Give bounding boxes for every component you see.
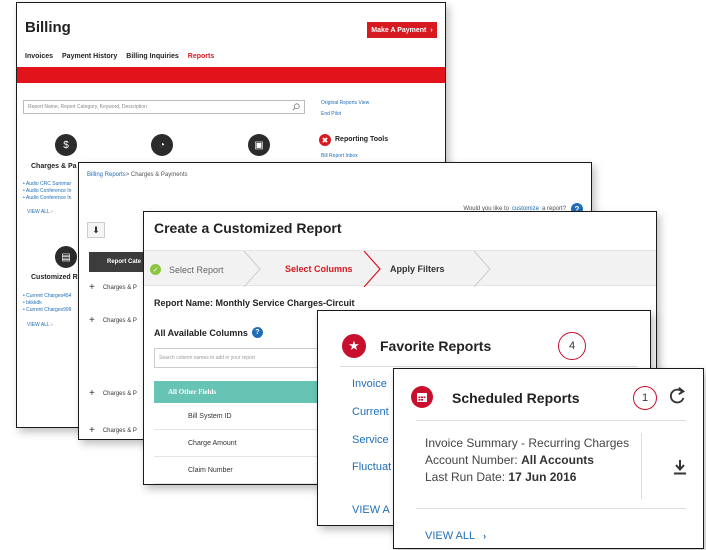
end-pilot-link[interactable]: End Pilot — [321, 109, 369, 120]
table-row[interactable]: + Charges & P — [89, 388, 137, 399]
screenshot-stage: Billing Make A Payment › Invoices Paymen… — [0, 0, 706, 550]
list-item[interactable]: • bkkkdk — [23, 300, 71, 307]
expand-icon[interactable]: + — [89, 388, 95, 399]
breadcrumb-billing-reports[interactable]: Billing Reports — [87, 172, 126, 178]
report-search-input[interactable]: Report Name, Report Category, Keyword, D… — [23, 100, 305, 114]
nav-invoices[interactable]: Invoices — [25, 53, 53, 60]
calendar-icon — [411, 386, 433, 408]
view-all-link[interactable]: VIEW ALL › — [425, 530, 486, 542]
last-run-date: Last Run Date: 17 Jun 2016 — [425, 470, 577, 484]
table-header-report-category[interactable]: Report Cate — [89, 252, 149, 272]
refresh-icon[interactable] — [666, 385, 688, 407]
download-icon: ⬇ — [92, 224, 100, 235]
nav-reports[interactable]: Reports — [188, 53, 214, 60]
favorite-reports-title: Favorite Reports — [380, 338, 492, 354]
make-payment-label: Make A Payment — [371, 26, 427, 34]
expand-icon[interactable]: + — [89, 315, 95, 326]
table-row[interactable]: + Charges & P — [89, 282, 137, 293]
category1-list: • Audio CRC Summar • Audio Conference In… — [23, 181, 71, 202]
wizard-steps: ✓ Select Report Select Columns Apply Fil… — [144, 250, 656, 287]
scheduled-reports-window: Scheduled Reports 1 Invoice Summary - Re… — [393, 368, 704, 549]
search-icon[interactable] — [292, 103, 300, 111]
divider — [416, 508, 686, 509]
check-icon: ✓ — [150, 264, 161, 275]
list-item[interactable]: • Audio Conference In — [23, 195, 71, 202]
expand-icon[interactable]: + — [89, 425, 95, 436]
list-item[interactable]: • Audio Conference In — [23, 188, 71, 195]
count-badge: 4 — [558, 332, 586, 360]
table-row[interactable]: + Charges & P — [89, 425, 137, 436]
available-columns-heading: All Available Columns ? — [154, 327, 263, 338]
list-item[interactable]: • Current Charges999 — [23, 307, 71, 314]
view-all-link[interactable]: VIEW ALL › — [27, 322, 53, 328]
page-title: Billing — [25, 19, 71, 36]
report-title: Invoice Summary - Recurring Charges — [425, 436, 630, 450]
breadcrumb: Billing Reports> Charges & Payments — [87, 172, 188, 178]
favorite-link[interactable]: Current — [352, 406, 389, 418]
make-payment-button[interactable]: Make A Payment › — [367, 22, 437, 38]
list-item[interactable]: Bill System ID — [154, 403, 324, 430]
reporting-tools-title: Reporting Tools — [335, 136, 389, 143]
help-icon[interactable]: ? — [251, 327, 263, 338]
original-reports-view-link[interactable]: Original Reports View — [321, 98, 369, 109]
favorite-link[interactable]: Fluctuat — [352, 461, 391, 473]
scheduled-reports-title: Scheduled Reports — [452, 390, 580, 406]
divider — [340, 366, 638, 367]
report-name: Report Name: Monthly Service Charges-Cir… — [154, 298, 355, 308]
breadcrumb-current: > Charges & Payments — [125, 172, 188, 178]
box-icon[interactable]: ▣ — [248, 134, 270, 156]
nav-payment-history[interactable]: Payment History — [62, 53, 117, 60]
divider — [416, 420, 686, 421]
step-select-report[interactable]: ✓ Select Report — [150, 264, 224, 275]
category-customized-reports[interactable]: Customized R — [31, 274, 78, 281]
billing-nav: Invoices Payment History Billing Inquiri… — [25, 53, 214, 60]
search-placeholder: Report Name, Report Category, Keyword, D… — [28, 104, 147, 110]
category-charges-payments[interactable]: Charges & Pa — [31, 163, 77, 170]
table-icon[interactable]: ▤ — [55, 246, 77, 268]
step-select-columns[interactable]: Select Columns — [285, 264, 353, 274]
field-group-header[interactable]: All Other Fields — [154, 381, 324, 403]
create-report-title: Create a Customized Report — [154, 220, 342, 236]
list-item[interactable]: Charge Amount — [154, 430, 324, 457]
favorite-link[interactable]: Service — [352, 434, 389, 446]
chevron-right-icon: › — [430, 26, 433, 34]
red-banner — [17, 67, 445, 83]
pie-chart-icon[interactable]: ◔ — [151, 134, 173, 156]
nav-billing-inquiries[interactable]: Billing Inquiries — [126, 53, 179, 60]
divider — [641, 433, 642, 499]
bill-report-inbox-link[interactable]: Bill Report Inbox — [321, 153, 358, 159]
view-all-link[interactable]: VIEW ALL › — [27, 209, 53, 215]
list-item[interactable]: • Current Charges454 — [23, 293, 71, 300]
download-icon[interactable] — [673, 459, 687, 475]
account-number: Account Number: All Accounts — [425, 453, 594, 467]
side-links: Original Reports View End Pilot — [321, 98, 369, 120]
count-badge: 1 — [633, 386, 657, 410]
column-search-input[interactable]: Search column names to add in your repor… — [154, 348, 324, 368]
list-item[interactable]: Claim Number — [154, 457, 324, 484]
step-apply-filters[interactable]: Apply Filters — [390, 264, 445, 274]
document-dollar-icon[interactable]: $ — [55, 134, 77, 156]
download-button[interactable]: ⬇ — [87, 222, 105, 238]
category2-list: • Current Charges454 • bkkkdk • Current … — [23, 293, 71, 314]
list-item[interactable]: • Audio CRC Summar — [23, 181, 71, 188]
wrench-icon: ✖ — [319, 134, 331, 146]
favorite-link[interactable]: Invoice — [352, 378, 387, 390]
table-row[interactable]: + Charges & P — [89, 315, 137, 326]
chevron-right-icon: › — [483, 531, 487, 541]
star-icon: ★ — [342, 334, 366, 358]
scheduled-report-item[interactable]: Invoice Summary - Recurring Charges Acco… — [425, 435, 629, 486]
view-all-link[interactable]: VIEW A — [352, 504, 390, 516]
expand-icon[interactable]: + — [89, 282, 95, 293]
